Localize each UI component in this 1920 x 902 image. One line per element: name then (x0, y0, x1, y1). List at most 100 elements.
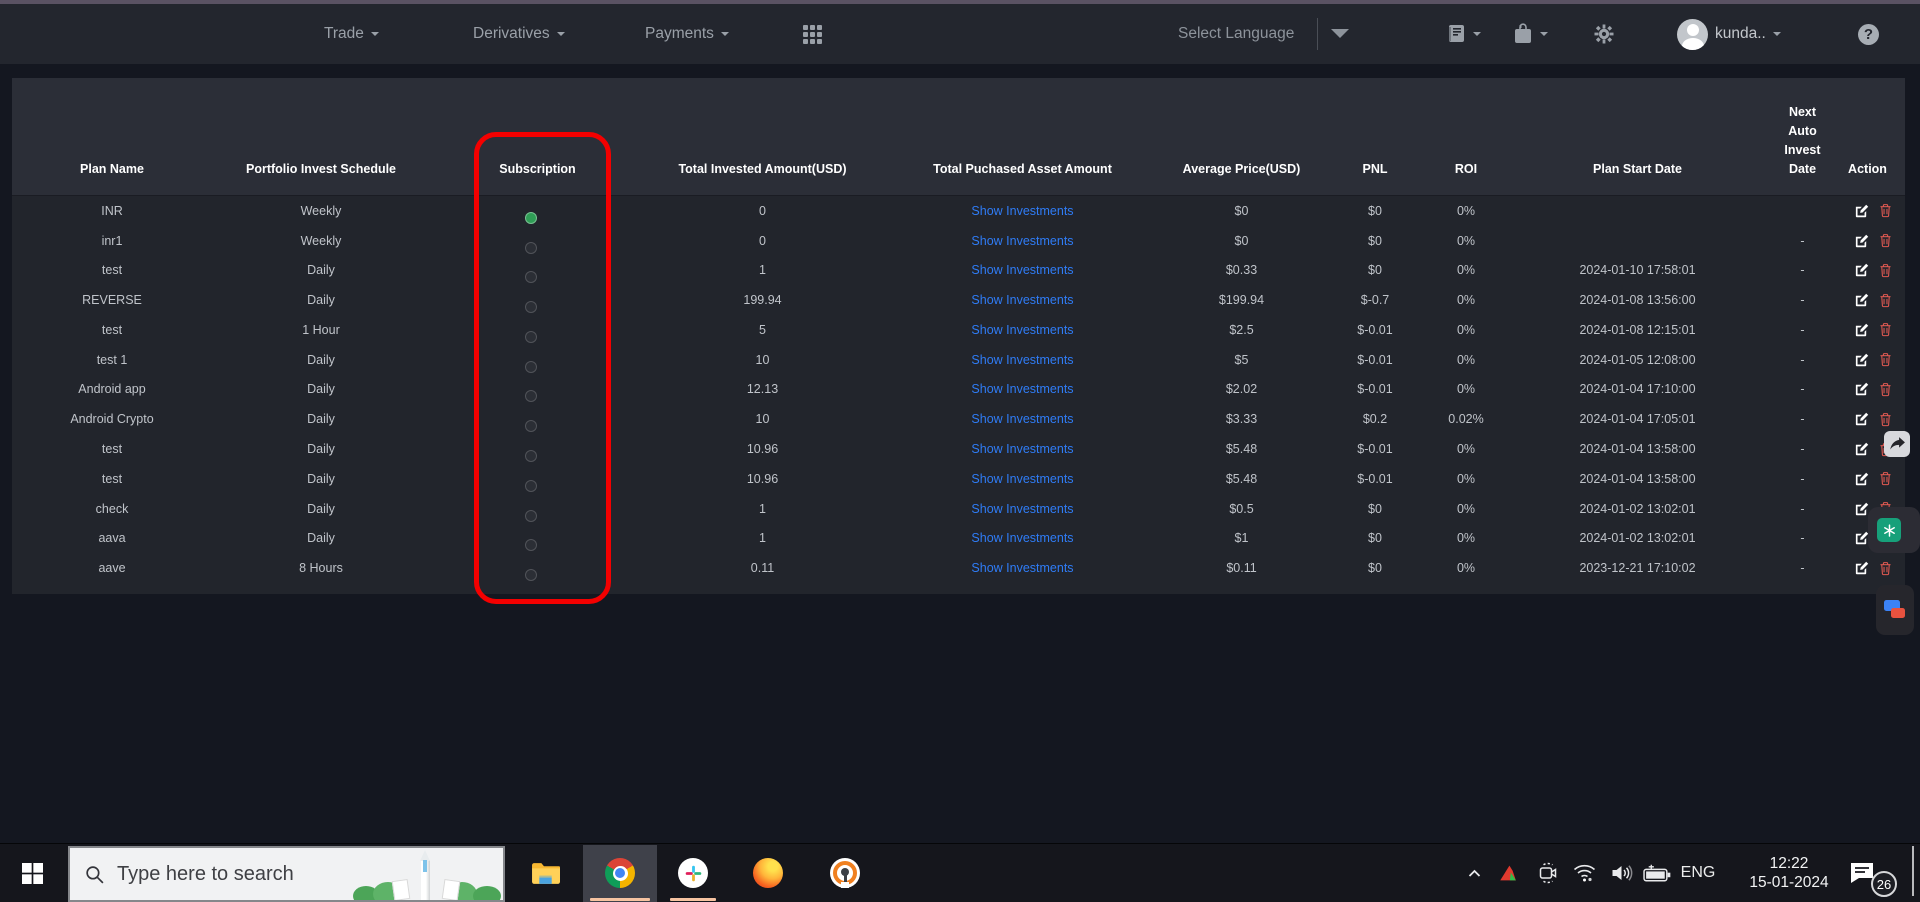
nav-item-trade-label: Trade (324, 25, 364, 42)
tray-meet-now-button[interactable] (1534, 844, 1562, 902)
edit-plan-button[interactable] (1854, 322, 1869, 337)
delete-plan-button[interactable] (1878, 263, 1893, 278)
mountain-logo-icon (1499, 865, 1516, 881)
taskbar-file-explorer[interactable] (521, 844, 569, 902)
plan-start-date-cell: 2024-01-08 13:56:00 (1579, 293, 1696, 308)
table-row: Android Crypto Daily 10 Show Investments $3.… (12, 404, 1905, 434)
action-center-button[interactable] (1846, 844, 1878, 902)
start-button[interactable] (8, 844, 56, 902)
edit-plan-button[interactable] (1854, 412, 1869, 427)
apps-grid-button[interactable] (803, 4, 822, 64)
taskbar: ENG 12:22 15-01-2024 (0, 843, 1920, 902)
edit-plan-button[interactable] (1854, 442, 1869, 457)
help-button[interactable]: ? (1858, 4, 1879, 64)
tray-network-button[interactable] (1570, 844, 1598, 902)
show-investments-link[interactable]: Show Investments (971, 204, 1073, 218)
wallet-menu-button[interactable] (1513, 4, 1548, 64)
search-highlight-illustration (351, 848, 503, 900)
chevron-down-icon (556, 32, 565, 40)
delete-plan-button[interactable] (1878, 412, 1893, 427)
delete-plan-button[interactable] (1878, 233, 1893, 248)
invested-amount-cell: 0 (759, 203, 766, 218)
invested-amount-cell: 10 (755, 352, 770, 367)
chevron-down-icon (1540, 32, 1548, 40)
edit-plan-button[interactable] (1854, 382, 1869, 397)
avatar (1677, 18, 1708, 50)
edit-plan-button[interactable] (1854, 233, 1869, 248)
show-investments-link[interactable]: Show Investments (971, 472, 1073, 486)
toggle-knob (524, 360, 537, 373)
search-input[interactable] (115, 861, 344, 887)
tray-app-button[interactable] (1494, 844, 1522, 902)
delete-plan-button[interactable] (1878, 293, 1893, 308)
clock-date: 15-01-2024 (1749, 874, 1829, 891)
pnl-cell: $-0.01 (1357, 352, 1393, 367)
column-header: Total Invested Amount(USD) (678, 162, 847, 176)
delete-plan-button[interactable] (1878, 203, 1893, 218)
column-header: Total Puchased Asset Amount (933, 162, 1112, 176)
next-auto-invest-cell: - (1800, 352, 1805, 367)
roi-cell: 0% (1456, 263, 1476, 278)
toggle-knob (524, 420, 537, 433)
language-dropdown-button[interactable] (1331, 4, 1349, 64)
user-menu[interactable]: kunda.. (1677, 4, 1781, 64)
toggle-knob (524, 271, 537, 284)
show-investments-link[interactable]: Show Investments (971, 263, 1073, 277)
edit-plan-button[interactable] (1854, 561, 1869, 576)
edit-plan-button[interactable] (1854, 471, 1869, 486)
taskbar-firefox[interactable] (744, 844, 792, 902)
show-investments-link[interactable]: Show Investments (971, 323, 1073, 337)
edit-plan-button[interactable] (1854, 263, 1869, 278)
taskbar-clock[interactable]: 12:22 15-01-2024 (1734, 844, 1844, 902)
table-row: test 1 Daily 10 Show Investments $5 $-0.01 0% 2… (12, 345, 1905, 375)
tray-volume-button[interactable] (1606, 844, 1636, 902)
edit-plan-button[interactable] (1854, 531, 1869, 546)
taskbar-openvpn[interactable] (821, 844, 869, 902)
taskbar-chrome[interactable] (583, 844, 657, 902)
toggle-knob (524, 569, 537, 582)
purchased-asset-cell: Show Investments (880, 382, 1165, 396)
show-investments-link[interactable]: Show Investments (971, 442, 1073, 456)
nav-item-payments[interactable]: Payments (645, 4, 729, 64)
plan-start-date-cell: 2024-01-04 13:58:00 (1579, 442, 1696, 456)
chatgpt-extension-panel[interactable] (1868, 507, 1920, 553)
taskbar-slack[interactable] (669, 844, 717, 902)
plans-table: Plan Name Portfolio Invest Schedule Subscr… (12, 78, 1905, 594)
chatgpt-icon[interactable] (1877, 518, 1901, 542)
show-investments-link[interactable]: Show Investments (971, 293, 1073, 307)
roi-cell: 0% (1456, 203, 1476, 218)
settings-button[interactable] (1594, 4, 1614, 64)
tray-battery-button[interactable] (1640, 844, 1674, 902)
show-investments-link[interactable]: Show Investments (971, 502, 1073, 516)
delete-plan-button[interactable] (1878, 322, 1893, 337)
edit-plan-button[interactable] (1854, 501, 1869, 516)
show-investments-link[interactable]: Show Investments (971, 561, 1073, 575)
edit-plan-button[interactable] (1854, 352, 1869, 367)
orders-menu-button[interactable] (1447, 4, 1481, 64)
edit-plan-button[interactable] (1854, 203, 1869, 218)
column-header: Portfolio Invest Schedule (245, 162, 397, 176)
show-investments-link[interactable]: Show Investments (971, 234, 1073, 248)
show-investments-link[interactable]: Show Investments (971, 412, 1073, 426)
tray-show-hidden-icons[interactable] (1462, 844, 1486, 902)
delete-plan-button[interactable] (1878, 471, 1893, 486)
show-desktop-button[interactable] (1912, 846, 1914, 896)
edit-plan-button[interactable] (1854, 293, 1869, 308)
delete-plan-button[interactable] (1878, 561, 1893, 576)
taskbar-search[interactable] (68, 846, 505, 902)
show-investments-link[interactable]: Show Investments (971, 531, 1073, 545)
help-icon: ? (1858, 23, 1879, 45)
delete-plan-button[interactable] (1878, 352, 1893, 367)
show-investments-link[interactable]: Show Investments (971, 353, 1073, 367)
nav-item-trade[interactable]: Trade (324, 4, 379, 64)
purchased-asset-cell: Show Investments (880, 561, 1165, 575)
schedule-cell: Daily (307, 293, 335, 308)
show-investments-link[interactable]: Show Investments (971, 382, 1073, 396)
tray-language-button[interactable]: ENG (1678, 844, 1718, 902)
language-selector[interactable]: Select Language (1178, 4, 1294, 64)
delete-plan-button[interactable] (1878, 382, 1893, 397)
share-extension-button[interactable] (1884, 431, 1910, 457)
nav-item-derivatives[interactable]: Derivatives (473, 4, 565, 64)
toggle-knob (524, 479, 537, 492)
chat-extension-panel[interactable] (1876, 585, 1914, 635)
